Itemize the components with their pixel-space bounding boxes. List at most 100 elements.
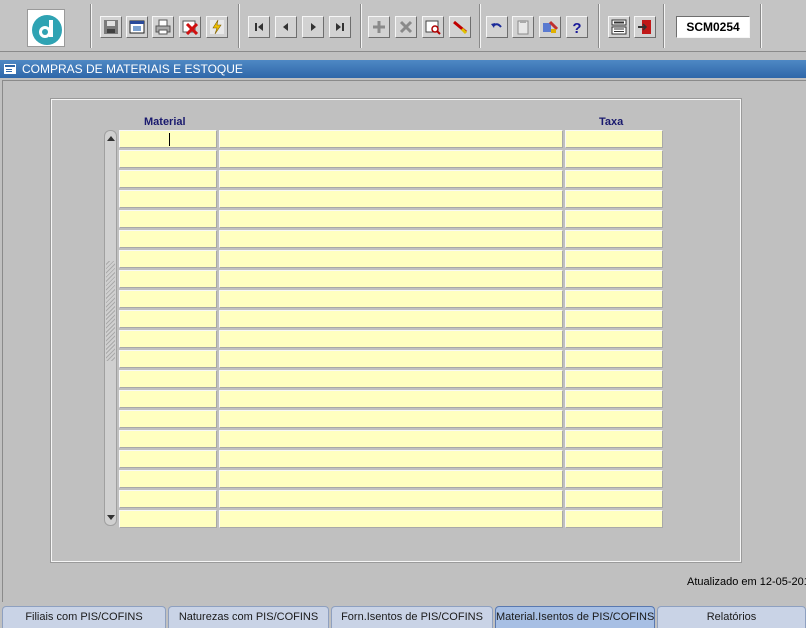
taxa-cell[interactable] <box>565 430 663 448</box>
material-cell[interactable] <box>119 450 217 468</box>
description-cell[interactable] <box>219 510 563 528</box>
material-cell[interactable] <box>119 510 217 528</box>
description-cell[interactable] <box>219 230 563 248</box>
taxa-cell[interactable] <box>565 310 663 328</box>
tab-material-isentos[interactable]: Material.Isentos de PIS/COFINS <box>495 606 655 628</box>
taxa-cell[interactable] <box>565 250 663 268</box>
description-cell[interactable] <box>219 270 563 288</box>
help-button[interactable]: ? <box>566 16 588 38</box>
description-cell[interactable] <box>219 290 563 308</box>
undo-button[interactable] <box>486 16 508 38</box>
material-cell[interactable] <box>119 310 217 328</box>
taxa-cell[interactable] <box>565 210 663 228</box>
next-record-icon <box>311 23 316 31</box>
clipboard-icon <box>517 20 529 35</box>
material-cell[interactable] <box>119 270 217 288</box>
dynamic-d-logo-icon[interactable] <box>27 9 65 47</box>
material-cell[interactable] <box>119 130 217 148</box>
description-cell[interactable] <box>219 210 563 228</box>
description-cell[interactable] <box>219 490 563 508</box>
material-cell[interactable] <box>119 250 217 268</box>
material-cell[interactable] <box>119 430 217 448</box>
vertical-scrollbar[interactable] <box>104 130 117 526</box>
description-cell[interactable] <box>219 370 563 388</box>
taxa-cell[interactable] <box>565 330 663 348</box>
next-record-button[interactable] <box>302 16 324 38</box>
scroll-down-arrow-icon[interactable] <box>107 514 115 522</box>
taxa-cell[interactable] <box>565 130 663 148</box>
table-row <box>119 350 664 370</box>
previous-record-icon <box>283 23 288 31</box>
material-cell[interactable] <box>119 150 217 168</box>
taxa-cell[interactable] <box>565 230 663 248</box>
description-cell[interactable] <box>219 250 563 268</box>
material-cell[interactable] <box>119 390 217 408</box>
taxa-cell[interactable] <box>565 150 663 168</box>
clear-button[interactable] <box>449 16 471 38</box>
table-row <box>119 490 664 510</box>
taxa-cell[interactable] <box>565 410 663 428</box>
material-cell[interactable] <box>119 170 217 188</box>
description-cell[interactable] <box>219 150 563 168</box>
taxa-cell[interactable] <box>565 370 663 388</box>
material-cell[interactable] <box>119 330 217 348</box>
taxa-cell[interactable] <box>565 390 663 408</box>
taxa-cell[interactable] <box>565 190 663 208</box>
cancel-button[interactable] <box>179 16 201 38</box>
print-button[interactable] <box>152 16 174 38</box>
taxa-cell[interactable] <box>565 270 663 288</box>
column-header-taxa: Taxa <box>599 116 624 128</box>
query-button[interactable] <box>422 16 444 38</box>
material-cell[interactable] <box>119 490 217 508</box>
taxa-cell[interactable] <box>565 450 663 468</box>
description-cell[interactable] <box>219 470 563 488</box>
material-cell[interactable] <box>119 190 217 208</box>
insert-record-button[interactable] <box>368 16 390 38</box>
lightning-icon <box>210 19 224 35</box>
delete-record-button[interactable] <box>395 16 417 38</box>
taxa-cell[interactable] <box>565 170 663 188</box>
scrollbar-thumb[interactable] <box>106 261 115 361</box>
material-cell[interactable] <box>119 210 217 228</box>
description-cell[interactable] <box>219 330 563 348</box>
description-cell[interactable] <box>219 430 563 448</box>
tools-button[interactable] <box>539 16 561 38</box>
material-cell[interactable] <box>119 290 217 308</box>
menu-button[interactable] <box>608 16 630 38</box>
form-canvas: Material Taxa Atualizado em 12-05-201 <box>2 80 806 602</box>
tab-fornecedores-isentos[interactable]: Forn.Isentos de PIS/COFINS <box>331 606 493 628</box>
taxa-cell[interactable] <box>565 350 663 368</box>
description-cell[interactable] <box>219 190 563 208</box>
tab-filiais-pis-cofins[interactable]: Filiais com PIS/COFINS <box>2 606 166 628</box>
table-row <box>119 410 664 430</box>
taxa-cell[interactable] <box>565 470 663 488</box>
description-cell[interactable] <box>219 170 563 188</box>
description-cell[interactable] <box>219 410 563 428</box>
scroll-up-arrow-icon[interactable] <box>107 134 115 142</box>
description-cell[interactable] <box>219 450 563 468</box>
material-cell[interactable] <box>119 230 217 248</box>
description-cell[interactable] <box>219 130 563 148</box>
description-cell[interactable] <box>219 310 563 328</box>
taxa-cell[interactable] <box>565 510 663 528</box>
toolbar: ? SCM0254 <box>0 0 806 52</box>
execute-button[interactable] <box>206 16 228 38</box>
previous-record-button[interactable] <box>275 16 297 38</box>
first-record-button[interactable] <box>248 16 270 38</box>
clipboard-button[interactable] <box>512 16 534 38</box>
description-cell[interactable] <box>219 390 563 408</box>
material-cell[interactable] <box>119 370 217 388</box>
window-button[interactable] <box>126 16 148 38</box>
taxa-cell[interactable] <box>565 290 663 308</box>
description-cell[interactable] <box>219 350 563 368</box>
last-record-button[interactable] <box>329 16 351 38</box>
save-button[interactable] <box>100 16 122 38</box>
material-cell[interactable] <box>119 470 217 488</box>
exit-button[interactable] <box>634 16 656 38</box>
tab-relatorios[interactable]: Relatórios <box>657 606 806 628</box>
material-cell[interactable] <box>119 410 217 428</box>
taxa-cell[interactable] <box>565 490 663 508</box>
material-cell[interactable] <box>119 350 217 368</box>
text-cursor <box>169 133 170 146</box>
tab-naturezas-pis-cofins[interactable]: Naturezas com PIS/COFINS <box>168 606 329 628</box>
